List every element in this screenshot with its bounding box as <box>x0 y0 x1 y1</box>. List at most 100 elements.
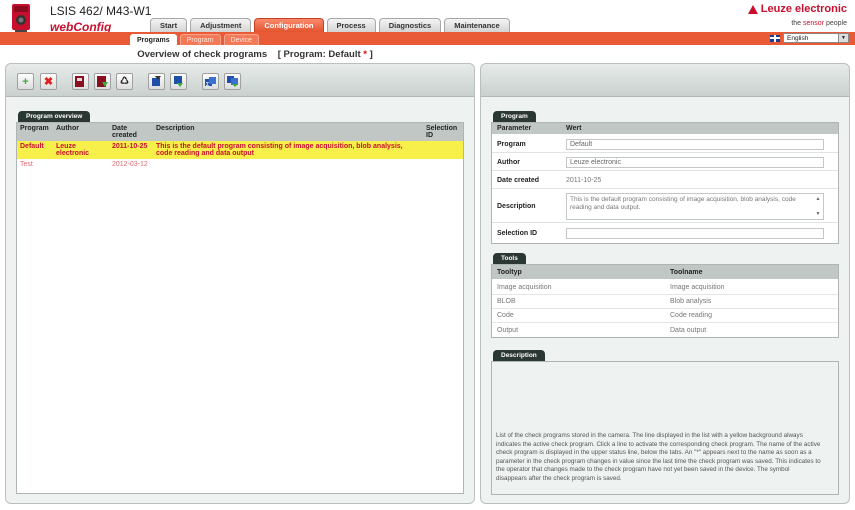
subtab-programs[interactable]: Programs <box>130 34 177 45</box>
slogan-highlight: sensor <box>803 20 825 27</box>
program-row: Program Default <box>492 136 838 153</box>
tab-diagnostics[interactable]: Diagnostics <box>378 18 442 32</box>
right-panel: Program Parameter Wert Program Default A… <box>480 63 850 504</box>
uk-flag-icon <box>770 34 780 42</box>
program-prefix: [ Program: Default <box>277 49 361 60</box>
download-icon <box>174 76 183 87</box>
description-scrollbar[interactable]: ▲ ▼ <box>814 195 822 218</box>
chevron-down-icon[interactable]: ▼ <box>838 34 848 42</box>
tab-configuration[interactable]: Configuration <box>254 18 324 32</box>
tool-row[interactable]: Image acquisition Image acquisition <box>492 281 838 295</box>
table-row-default[interactable]: Default Leuze electronic 2011-10-25 This… <box>17 141 463 159</box>
tab-adjustment[interactable]: Adjustment <box>190 18 252 32</box>
scroll-up-icon[interactable]: ▲ <box>816 195 821 203</box>
cell-description <box>153 159 423 170</box>
download-all-button[interactable] <box>224 73 241 90</box>
brand-logo: Leuze electronic <box>747 3 847 15</box>
tool-type: Code <box>497 312 514 319</box>
subtab-device[interactable]: Device <box>223 34 259 45</box>
left-panel: + ✖ ♺ Σ Program overview Program Author … <box>5 63 475 504</box>
cell-program: Default <box>20 143 44 150</box>
col-description: Description <box>156 125 195 132</box>
program-toolbar: + ✖ ♺ Σ <box>6 64 474 97</box>
upload-button[interactable] <box>148 73 165 90</box>
date-label: Date created <box>497 176 540 184</box>
new-program-button[interactable]: + <box>17 73 34 90</box>
download-button[interactable] <box>170 73 187 90</box>
cell-selection-id <box>423 141 463 159</box>
author-field[interactable]: Leuze electronic <box>566 156 824 168</box>
cell-author: Leuze electronic <box>56 143 90 157</box>
tools-header: Tooltyp Toolname <box>492 265 838 279</box>
description-field[interactable]: This is the default program consisting o… <box>566 192 824 220</box>
cell-selection-id <box>423 159 463 170</box>
product-title: LSIS 462/ M43-W1 <box>50 4 152 18</box>
program-label: Program <box>497 140 526 148</box>
tool-name: Data output <box>670 326 707 334</box>
tool-type: Image acquisition <box>497 284 552 291</box>
save-as-program-button[interactable] <box>94 73 111 90</box>
selection-row: Selection ID <box>492 225 838 242</box>
tool-name: Blob analysis <box>670 298 712 305</box>
selection-label: Selection ID <box>497 230 538 237</box>
tool-row[interactable]: BLOB Blob analysis <box>492 295 838 309</box>
description-tab[interactable]: Description <box>493 350 545 361</box>
tool-row[interactable]: Output Data output <box>492 323 838 337</box>
save-program-button[interactable] <box>72 73 89 90</box>
col-program: Program <box>20 125 49 132</box>
upload-icon <box>152 76 161 86</box>
table-header-row: Program Author Date created Description … <box>17 123 463 141</box>
save-as-icon <box>97 76 108 87</box>
tools-tab[interactable]: Tools <box>493 253 526 264</box>
recycle-icon: ♺ <box>120 76 129 87</box>
brand-slogan: the sensor people <box>791 20 847 27</box>
program-details-tab[interactable]: Program <box>493 111 536 122</box>
program-details-header: Parameter Wert <box>492 123 838 134</box>
language-selector: English ▼ <box>770 33 849 43</box>
col-date-created: Date created <box>112 125 137 139</box>
program-overview-tab[interactable]: Program overview <box>18 111 91 122</box>
col-parameter: Parameter <box>497 125 532 132</box>
tool-type: BLOB <box>497 298 516 305</box>
tab-start[interactable]: Start <box>150 18 188 32</box>
date-row: Date created 2011-10-25 <box>492 172 838 189</box>
language-value: English <box>787 35 809 42</box>
tab-process[interactable]: Process <box>326 18 376 32</box>
col-toolname: Toolname <box>670 268 703 276</box>
download-all-icon <box>226 76 238 87</box>
sub-tab-bar: Programs Program Device <box>130 34 259 45</box>
selection-id-field[interactable] <box>566 228 824 239</box>
delete-program-button[interactable]: ✖ <box>40 73 57 90</box>
subtab-program[interactable]: Program <box>179 34 221 45</box>
language-select[interactable]: English ▼ <box>783 33 849 43</box>
active-program-status: [ Program: Default * ] <box>278 49 373 60</box>
col-value: Wert <box>566 125 582 132</box>
slogan-suffix: people <box>824 20 847 27</box>
main-tab-bar: Start Adjustment Configuration Process D… <box>150 18 510 32</box>
upload-all-icon: Σ <box>204 77 216 87</box>
delete-icon: ✖ <box>43 76 54 88</box>
cell-author <box>53 159 109 170</box>
scroll-down-icon[interactable]: ▼ <box>816 210 821 218</box>
program-name-field[interactable]: Default <box>566 138 824 150</box>
table-row-test[interactable]: Test 2012-03-12 <box>17 159 463 170</box>
program-details-box: Parameter Wert Program Default Author Le… <box>491 122 839 244</box>
description-text: List of the check programs stored in the… <box>496 432 821 482</box>
tools-table: Tooltyp Toolname Image acquisition Image… <box>491 264 839 338</box>
tool-row[interactable]: Code Code reading <box>492 309 838 323</box>
tool-name: Code reading <box>670 312 713 319</box>
col-author: Author <box>56 125 79 132</box>
recycle-button[interactable]: ♺ <box>116 73 133 90</box>
author-row: Author Leuze electronic <box>492 154 838 171</box>
description-row: Description This is the default program … <box>492 190 838 223</box>
program-suffix: ] <box>369 49 373 60</box>
save-icon <box>75 76 84 87</box>
cell-date: 2012-03-12 <box>112 161 148 168</box>
description-value: This is the default program consisting o… <box>570 195 796 211</box>
brand-triangle-icon <box>747 4 758 14</box>
tab-maintenance[interactable]: Maintenance <box>444 18 510 32</box>
description-label: Description <box>497 202 536 210</box>
upload-all-button[interactable]: Σ <box>202 73 219 90</box>
col-selection-id: Selection ID <box>426 125 458 139</box>
page-title: Overview of check programs [ Program: De… <box>0 49 510 60</box>
